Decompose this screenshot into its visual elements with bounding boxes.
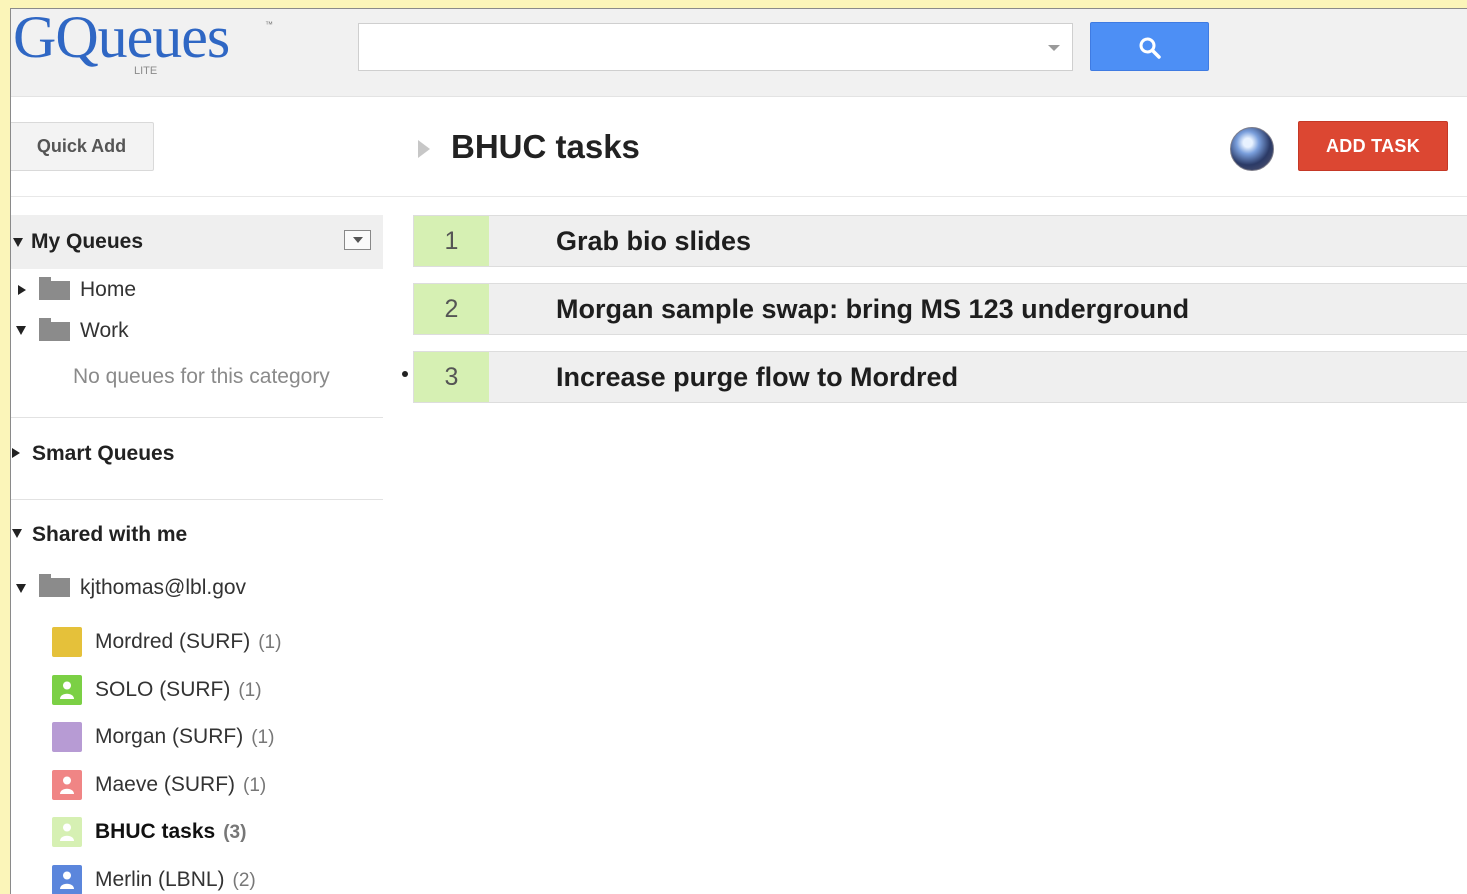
queue-item[interactable]: SOLO (SURF) (1): [11, 666, 383, 714]
collapse-arrow-icon[interactable]: [16, 326, 26, 335]
task-row[interactable]: 2 Morgan sample swap: bring MS 123 under…: [413, 283, 1467, 335]
queue-item[interactable]: Merlin (LBNL) (2): [11, 856, 383, 894]
person-icon: [52, 769, 82, 800]
task-title[interactable]: Morgan sample swap: bring MS 123 undergr…: [556, 284, 1189, 334]
queue-count: (3): [223, 822, 247, 843]
empty-category-note: No queues for this category: [73, 365, 330, 388]
quick-add-button[interactable]: Quick Add: [11, 122, 154, 171]
search-field[interactable]: [358, 23, 1073, 71]
queue-name: BHUC tasks: [95, 820, 216, 843]
search-dropdown-caret-icon[interactable]: [1048, 45, 1060, 51]
title-expand-arrow-icon[interactable]: [418, 140, 430, 158]
queue-item[interactable]: BHUC tasks (3): [11, 808, 383, 856]
queue-count: (1): [258, 632, 282, 653]
queue-name: SOLO (SURF): [95, 677, 231, 701]
logo-subtitle: LITE: [134, 65, 158, 77]
task-row[interactable]: 3 Increase purge flow to Mordred: [413, 351, 1467, 403]
my-queues-title: My Queues: [31, 230, 144, 253]
person-icon: [52, 817, 82, 847]
collapse-arrow-icon[interactable]: [13, 238, 23, 247]
folder-icon: [39, 277, 70, 300]
folder-icon: [39, 318, 70, 341]
task-number: 1: [414, 216, 489, 266]
queue-name: Morgan (SURF): [95, 725, 244, 748]
folder-label: Work: [80, 319, 129, 342]
search-icon: [1139, 37, 1161, 59]
person-icon: [52, 674, 82, 705]
queue-label[interactable]: BHUC tasks (3): [95, 808, 246, 856]
shared-queue-list: Mordred (SURF) (1) SOLO (SURF) (1) Morgan (S…: [11, 618, 383, 894]
task-row[interactable]: 1 Grab bio slides: [413, 215, 1467, 267]
smart-queues-title: Smart Queues: [32, 442, 175, 465]
sidebar: My Queues Home Work No queues for this c…: [11, 215, 383, 894]
logo-trademark: ™: [265, 20, 273, 29]
toolbar-divider: [11, 196, 1467, 197]
avatar[interactable]: [1230, 127, 1274, 171]
queue-count: (1): [238, 679, 262, 701]
folder-home[interactable]: Home: [11, 269, 383, 310]
search-button[interactable]: [1090, 22, 1209, 71]
queue-color-swatch-icon: [52, 722, 82, 752]
add-task-button[interactable]: ADD TASK: [1298, 121, 1448, 171]
app-window: GQueues ™ LITE Quick Add BHUC tasks ADD …: [10, 8, 1467, 894]
person-icon: [52, 864, 82, 894]
folder-work[interactable]: Work: [11, 310, 383, 351]
task-title[interactable]: Grab bio slides: [556, 216, 751, 266]
queue-name: Mordred (SURF): [95, 630, 251, 653]
queue-color-swatch-icon: [52, 627, 82, 657]
queue-item[interactable]: Morgan (SURF) (1): [11, 713, 383, 761]
task-number: 3: [414, 352, 489, 402]
folder-label: kjthomas@lbl.gov: [80, 576, 247, 599]
queue-count: (1): [243, 774, 267, 796]
header-bar: GQueues ™ LITE: [11, 9, 1467, 97]
queue-label[interactable]: SOLO (SURF) (1): [95, 666, 262, 714]
queue-name: Merlin (LBNL): [95, 867, 225, 891]
queue-label[interactable]: Morgan (SURF) (1): [95, 713, 274, 761]
collapse-arrow-icon[interactable]: [12, 529, 22, 538]
queue-item[interactable]: Mordred (SURF) (1): [11, 618, 383, 666]
queue-label[interactable]: Merlin (LBNL) (2): [95, 856, 256, 894]
queue-count: (2): [232, 869, 256, 891]
queue-count: (1): [251, 727, 275, 748]
my-queues-header[interactable]: My Queues: [11, 215, 383, 269]
expand-arrow-icon[interactable]: [12, 448, 20, 458]
my-queues-menu-button[interactable]: [344, 230, 371, 250]
queue-item[interactable]: Maeve (SURF) (1): [11, 761, 383, 809]
logo[interactable]: GQueues: [13, 9, 230, 67]
shared-with-me-title: Shared with me: [32, 523, 188, 546]
folder-shared-user[interactable]: kjthomas@lbl.gov: [11, 570, 383, 618]
task-number: 2: [414, 284, 489, 334]
queue-label[interactable]: Mordred (SURF) (1): [95, 618, 281, 666]
smart-queues-header[interactable]: Smart Queues: [11, 418, 383, 499]
page-title: BHUC tasks: [451, 128, 640, 165]
task-title[interactable]: Increase purge flow to Mordred: [556, 352, 958, 402]
folder-label: Home: [80, 278, 137, 301]
search-input[interactable]: [359, 24, 1072, 70]
folder-icon: [39, 574, 70, 597]
collapse-arrow-icon[interactable]: [16, 584, 26, 593]
queue-name: Maeve (SURF): [95, 772, 236, 796]
drag-bullet: [402, 371, 408, 377]
queue-label[interactable]: Maeve (SURF) (1): [95, 761, 266, 809]
expand-arrow-icon[interactable]: [18, 285, 26, 295]
shared-with-me-header[interactable]: Shared with me: [11, 500, 383, 570]
